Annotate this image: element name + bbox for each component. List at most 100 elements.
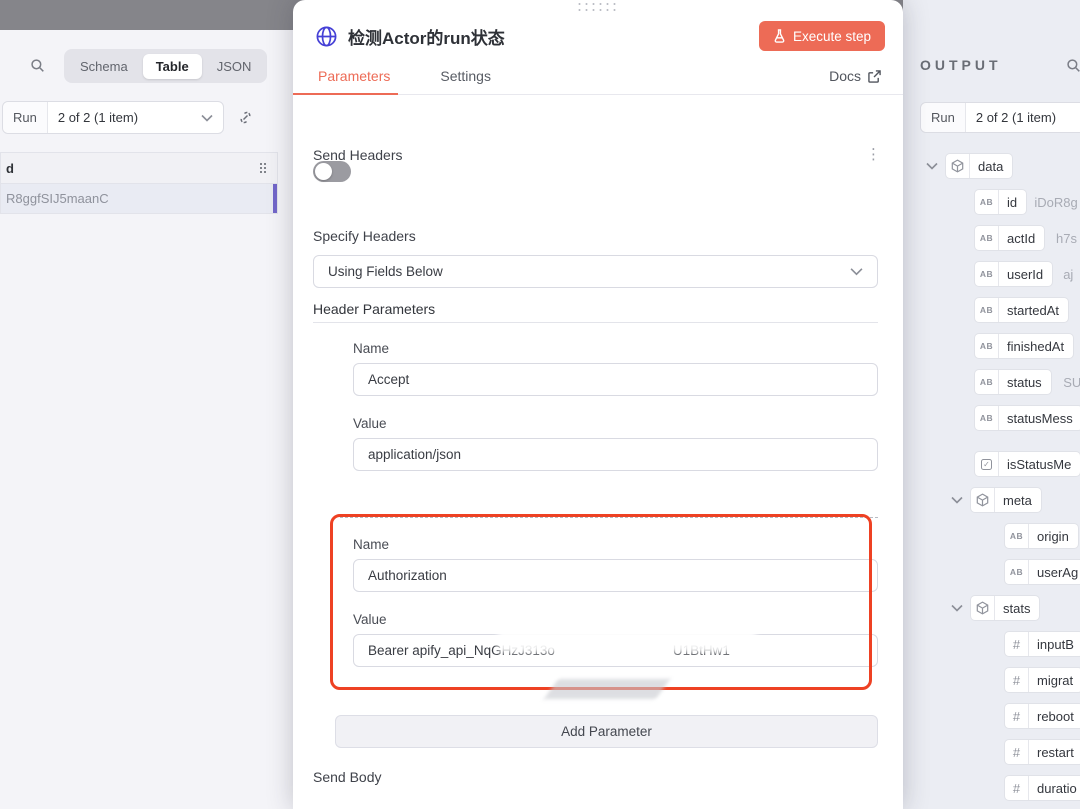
- param1-name-input[interactable]: Accept: [353, 363, 878, 396]
- docs-link[interactable]: Docs: [829, 68, 903, 84]
- unlink-runs-icon[interactable]: [237, 109, 254, 126]
- tree-key-label: migrat: [1029, 673, 1080, 688]
- boolean-type-icon: ✓: [975, 452, 999, 476]
- tree-row-meta[interactable]: meta: [903, 482, 1080, 518]
- string-type-icon: AB: [1005, 524, 1029, 548]
- number-type-icon: #: [1005, 740, 1029, 764]
- tree-key-pill[interactable]: data: [946, 154, 1012, 178]
- chevron-down-icon[interactable]: [951, 491, 963, 509]
- number-type-icon: #: [1005, 704, 1029, 728]
- string-type-icon: AB: [1005, 560, 1029, 584]
- number-type-icon: #: [1005, 632, 1029, 656]
- tab-table[interactable]: Table: [143, 54, 202, 79]
- object-type-icon: [971, 596, 995, 620]
- tree-row-userId: ABuserId aj: [903, 256, 1080, 292]
- string-type-icon: AB: [975, 262, 999, 286]
- tree-key-pill[interactable]: ABid: [975, 190, 1026, 214]
- header-parameters-label: Header Parameters: [313, 301, 435, 317]
- divider: [313, 322, 878, 323]
- tree-row-id: ABid iDoR8g: [903, 184, 1080, 220]
- output-tree: dataABidiDoR8gABactIdh7sABuserIdajABstar…: [903, 148, 1080, 806]
- tree-key-pill[interactable]: ABstartedAt: [975, 298, 1068, 322]
- tree-key-pill[interactable]: meta: [971, 488, 1041, 512]
- tree-key-pill[interactable]: #migrat: [1005, 668, 1080, 692]
- string-type-icon: AB: [975, 226, 999, 250]
- tab-schema[interactable]: Schema: [67, 54, 141, 79]
- param2-name-label: Name: [353, 537, 389, 552]
- tab-settings[interactable]: Settings: [415, 58, 516, 94]
- specify-headers-select[interactable]: Using Fields Below: [313, 255, 878, 288]
- number-type-icon: #: [1005, 776, 1029, 800]
- tree-key-pill[interactable]: ABuserId: [975, 262, 1052, 286]
- tab-parameters[interactable]: Parameters: [293, 58, 415, 94]
- tree-key-label: userAg: [1029, 565, 1080, 580]
- toggle-off-top[interactable]: [313, 161, 351, 182]
- tree-value: h7s: [1056, 231, 1077, 246]
- tree-key-pill[interactable]: ABactId: [975, 226, 1044, 250]
- table-row[interactable]: R8ggfSIJ5maanC: [1, 184, 277, 213]
- tree-row-migrat: #migrat: [903, 662, 1080, 698]
- tree-key-pill[interactable]: ABstatus: [975, 370, 1051, 394]
- tab-json[interactable]: JSON: [204, 54, 265, 79]
- string-type-icon: AB: [975, 406, 999, 430]
- chevron-down-icon[interactable]: [951, 599, 963, 617]
- input-run-selector[interactable]: Run 2 of 2 (1 item): [2, 101, 224, 134]
- active-tab-underline: [293, 93, 398, 95]
- send-body-label: Send Body: [313, 769, 382, 785]
- add-parameter-button[interactable]: Add Parameter: [335, 715, 878, 748]
- tree-key-pill[interactable]: #reboot: [1005, 704, 1080, 728]
- tree-row-stats[interactable]: stats: [903, 590, 1080, 626]
- chevron-down-icon: [201, 114, 213, 122]
- column-header: d: [6, 161, 14, 176]
- param2-value-label: Value: [353, 612, 387, 627]
- tree-value: aj: [1063, 267, 1073, 282]
- param1-value-input[interactable]: application/json: [353, 438, 878, 471]
- tree-key-label: inputB: [1029, 637, 1080, 652]
- tree-key-pill[interactable]: ✓isStatusMe: [975, 452, 1080, 476]
- param2-name-input[interactable]: Authorization: [353, 559, 878, 592]
- tree-key-pill[interactable]: #restart: [1005, 740, 1080, 764]
- tree-key-pill[interactable]: #duratio: [1005, 776, 1080, 800]
- object-type-icon: [971, 488, 995, 512]
- selection-indicator: [273, 184, 277, 213]
- chevron-down-icon: [850, 267, 863, 276]
- tree-row-finishedAt: ABfinishedAt: [903, 328, 1080, 364]
- tree-key-pill[interactable]: stats: [971, 596, 1039, 620]
- execute-step-button[interactable]: Execute step: [759, 21, 885, 51]
- tree-key-pill[interactable]: ABstatusMess: [975, 406, 1080, 430]
- output-title: OUTPUT: [920, 57, 1002, 73]
- run-value: 2 of 2 (1 item): [48, 102, 201, 133]
- tree-key-label: isStatusMe: [999, 457, 1080, 472]
- tree-key-label: duratio: [1029, 781, 1080, 796]
- output-run-selector[interactable]: Run 2 of 2 (1 item): [920, 102, 1080, 133]
- drag-handle-icon[interactable]: [579, 3, 618, 13]
- run-label: Run: [3, 102, 48, 133]
- redaction-smudge: [498, 621, 756, 653]
- chevron-down-icon[interactable]: [926, 157, 938, 175]
- tree-key-pill[interactable]: ABorigin: [1005, 524, 1078, 548]
- string-type-icon: AB: [975, 190, 999, 214]
- tree-key-label: actId: [999, 231, 1044, 246]
- node-title: 检测Actor的run状态: [348, 24, 505, 49]
- search-icon[interactable]: [30, 58, 45, 73]
- tree-value: iDoR8g: [1034, 195, 1077, 210]
- tree-key-pill[interactable]: ABuserAg: [1005, 560, 1080, 584]
- output-panel: OUTPUT Run 2 of 2 (1 item) data ABid iDoR8…: [903, 0, 1080, 809]
- drag-handle-icon[interactable]: [260, 163, 267, 174]
- search-icon[interactable]: [1066, 58, 1080, 73]
- tree-key-pill[interactable]: ABfinishedAt: [975, 334, 1073, 358]
- kebab-menu-icon[interactable]: ⋮: [866, 145, 881, 163]
- table-header[interactable]: d: [1, 153, 277, 184]
- tree-key-pill[interactable]: #inputB: [1005, 632, 1080, 656]
- tree-key-label: statusMess: [999, 411, 1080, 426]
- object-type-icon: [946, 154, 970, 178]
- tree-key-label: userId: [999, 267, 1052, 282]
- send-headers-label: Send Headers: [313, 147, 403, 163]
- tree-row-data[interactable]: data: [903, 148, 1080, 184]
- string-type-icon: AB: [975, 370, 999, 394]
- tree-row-inputB: #inputB: [903, 626, 1080, 662]
- tree-row-restart: #restart: [903, 734, 1080, 770]
- tree-key-label: status: [999, 375, 1051, 390]
- string-type-icon: AB: [975, 298, 999, 322]
- input-panel: Schema Table JSON Run 2 of 2 (1 item) d …: [0, 0, 293, 809]
